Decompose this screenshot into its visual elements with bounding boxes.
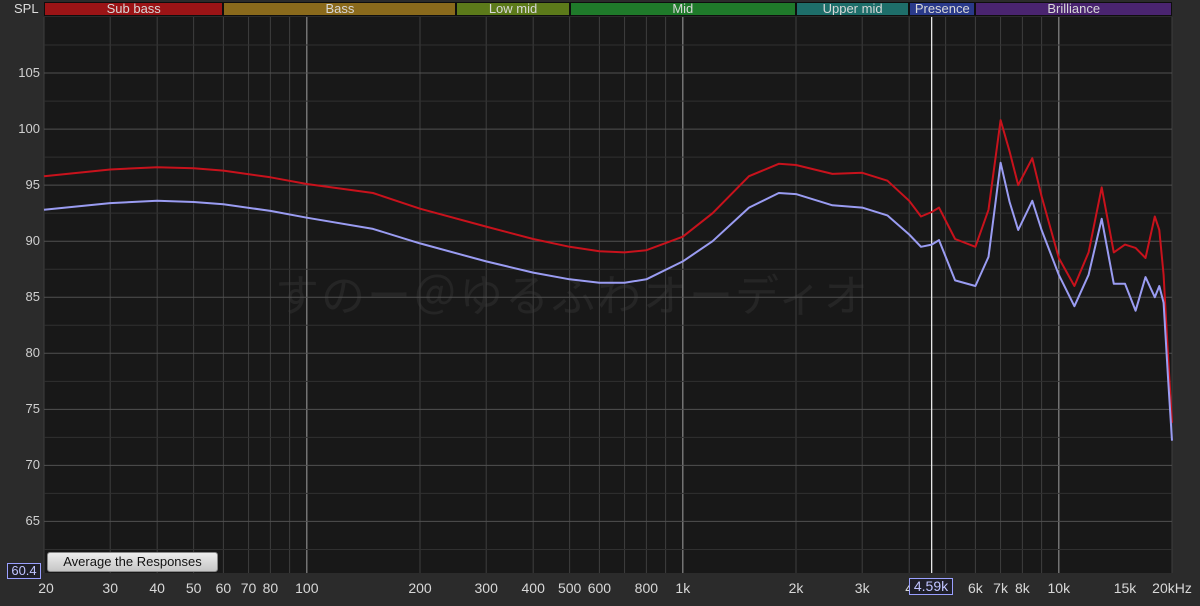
y-cursor-readout: 60.4 [7,563,41,579]
series-line-2 [43,161,1173,441]
series-line-1 [43,119,1173,423]
x-cursor-readout: 4.59k [909,578,953,595]
average-responses-button[interactable]: Average the Responses [47,552,218,572]
frequency-response-chart[interactable] [0,0,1200,606]
